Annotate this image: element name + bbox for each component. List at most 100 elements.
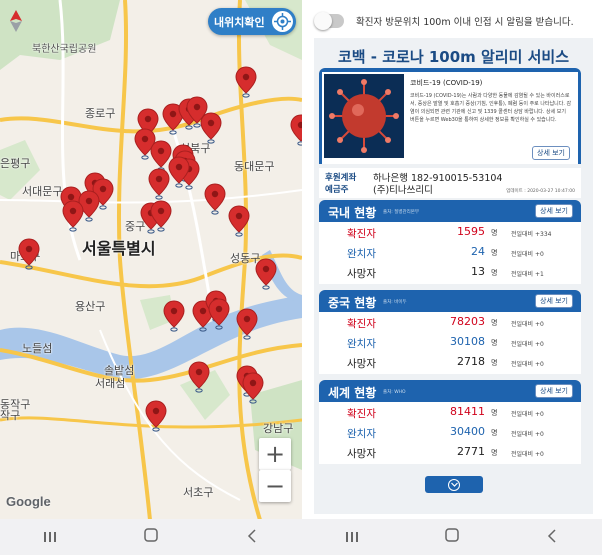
map-pin-icon[interactable] — [235, 66, 257, 98]
stat-header: 세계 현황 출처: WHO 상세 보기 — [319, 380, 581, 402]
stat-source: 출처: 질병관리본부 — [383, 210, 420, 215]
stat-row-value: 81411 — [450, 405, 485, 418]
map-pin-icon[interactable] — [150, 200, 172, 232]
compass-icon[interactable] — [8, 10, 24, 32]
notify-toggle[interactable] — [314, 12, 344, 30]
stat-row-unit: 명 — [491, 249, 498, 257]
stat-block: 세계 현황 출처: WHO 상세 보기 확진자 81411 명 전일대비 +0 완치자 3040… — [319, 380, 581, 464]
stat-rows: 확진자 1595 명 전일대비 +334 완치자 24 명 전일대비 +0 사망자 13 명 전일대비… — [319, 222, 581, 284]
stat-row: 사망자 2771 명 전일대비 +0 — [319, 443, 581, 463]
virus-info-card: 코비드-19 (COVID-19) 코비드-19 (COVID-19)는 사람과… — [319, 68, 581, 164]
map-pin-icon[interactable] — [208, 298, 230, 330]
stat-row-label: 사망자 — [347, 268, 376, 280]
label-jongno: 종로구 — [85, 107, 116, 120]
my-location-button[interactable]: 내위치확인 — [208, 8, 296, 35]
virus-title: 코비드-19 (COVID-19) — [410, 79, 483, 87]
stat-row-value: 30400 — [450, 425, 485, 438]
content-panel: 코백 - 코로나 100m 알리미 서비스 코비드-19 (COVID-19) … — [314, 38, 593, 514]
stat-row-label: 확진자 — [347, 408, 376, 420]
stat-row-unit: 명 — [491, 449, 498, 457]
stat-header: 국내 현황 출처: 질병관리본부 상세 보기 — [319, 200, 581, 222]
stat-row-delta: 전일대비 +0 — [511, 411, 544, 418]
stat-row-unit: 명 — [491, 229, 498, 237]
map-pin-icon[interactable] — [168, 156, 190, 188]
stat-row-unit: 명 — [491, 269, 498, 277]
map-pin-icon[interactable] — [145, 400, 167, 432]
stat-row-label: 사망자 — [347, 448, 376, 460]
map-pin-icon[interactable] — [255, 258, 277, 290]
nav-back-icon[interactable] — [532, 528, 572, 547]
virus-image — [324, 74, 404, 158]
stat-source: 출처: 바이두 — [383, 300, 407, 305]
map-pin-icon[interactable] — [228, 205, 250, 237]
zoom-out-button[interactable]: − — [259, 470, 291, 502]
map-pin-icon[interactable] — [290, 114, 302, 146]
virus-more-button[interactable]: 상세 보기 — [532, 146, 570, 160]
label-eunpyeong: 은평구 — [0, 157, 31, 170]
stat-row-delta: 전일대비 +0 — [511, 361, 544, 368]
chevron-down-icon — [448, 478, 460, 491]
stat-rows: 확진자 81411 명 전일대비 +0 완치자 30400 명 전일대비 +0 사망자 2771 명… — [319, 402, 581, 464]
label-bukhansan: 북한산국립공원 — [32, 44, 97, 55]
stat-row-unit: 명 — [491, 409, 498, 417]
stat-row-value: 1595 — [457, 225, 485, 238]
map-pin-icon[interactable] — [18, 238, 40, 270]
stat-row-delta: 전일대비 +1 — [511, 271, 544, 278]
stat-row: 완치자 30400 명 전일대비 +0 — [319, 423, 581, 443]
nav-recents-icon[interactable] — [332, 528, 372, 547]
stat-row: 완치자 30108 명 전일대비 +0 — [319, 333, 581, 353]
stat-row-label: 확진자 — [347, 318, 376, 330]
notify-bar: 확진자 방문위치 100m 이내 인접 시 알림을 받습니다. — [314, 12, 596, 30]
notify-text: 확진자 방문위치 100m 이내 인접 시 알림을 받습니다. — [356, 17, 574, 28]
label-jakgu: 작구 — [0, 409, 21, 422]
stat-row: 확진자 78203 명 전일대비 +0 — [319, 313, 581, 333]
map-pin-icon[interactable] — [204, 183, 226, 215]
zoom-in-button[interactable]: + — [259, 438, 291, 470]
stat-row-delta: 전일대비 +0 — [511, 251, 544, 258]
stat-title: 국내 현황 — [328, 206, 377, 220]
stat-block: 국내 현황 출처: 질병관리본부 상세 보기 확진자 1595 명 전일대비 +334 완치자… — [319, 200, 581, 284]
map-pin-icon[interactable] — [148, 168, 170, 200]
stat-row-delta: 전일대비 +0 — [511, 341, 544, 348]
update-time: 업데이트 : 2020-03-27 10:47:00 — [506, 189, 575, 194]
nav-home-icon[interactable] — [131, 527, 171, 547]
nav-recents-icon[interactable] — [30, 528, 70, 547]
map-pin-icon[interactable] — [163, 300, 185, 332]
android-nav-bar — [302, 519, 602, 555]
map-pin-icon[interactable] — [188, 361, 210, 393]
stat-row: 확진자 1595 명 전일대비 +334 — [319, 223, 581, 243]
sponsor-label: 후원계좌 — [325, 173, 357, 183]
stat-more-button[interactable]: 상세 보기 — [535, 294, 573, 308]
account-holder: (주)티나쓰리디 — [373, 185, 433, 196]
scroll-down-button[interactable] — [425, 476, 483, 493]
label-seocho: 서초구 — [183, 486, 214, 499]
my-location-label: 내위치확인 — [214, 15, 265, 29]
map-pin-icon[interactable] — [242, 372, 264, 404]
label-nodeulseom: 노들섬 — [22, 342, 53, 355]
target-icon — [272, 11, 293, 32]
nav-home-icon[interactable] — [432, 527, 472, 547]
stat-row-value: 13 — [471, 265, 485, 278]
map-pin-icon[interactable] — [236, 308, 258, 340]
map-pin-icon[interactable] — [200, 112, 222, 144]
stat-row: 사망자 2718 명 전일대비 +0 — [319, 353, 581, 373]
stat-row-value: 78203 — [450, 315, 485, 328]
stat-row-value: 2771 — [457, 445, 485, 458]
stat-header: 중국 현황 출처: 바이두 상세 보기 — [319, 290, 581, 312]
android-nav-bar — [0, 519, 302, 555]
stat-row: 사망자 13 명 전일대비 +1 — [319, 263, 581, 283]
stat-row-unit: 명 — [491, 429, 498, 437]
stat-row: 완치자 24 명 전일대비 +0 — [319, 243, 581, 263]
service-title: 코백 - 코로나 100m 알리미 서비스 — [337, 48, 570, 66]
label-seodaemun: 서대문구 — [22, 185, 63, 198]
stat-row-delta: 전일대비 +0 — [511, 451, 544, 458]
nav-back-icon[interactable] — [232, 528, 272, 547]
stat-more-button[interactable]: 상세 보기 — [535, 204, 573, 218]
map-pin-icon[interactable] — [62, 200, 84, 232]
stats-screen: 확진자 방문위치 100m 이내 인접 시 알림을 받습니다. 코백 - 코로나… — [302, 0, 602, 555]
stat-more-button[interactable]: 상세 보기 — [535, 384, 573, 398]
stat-block: 중국 현황 출처: 바이두 상세 보기 확진자 78203 명 전일대비 +0 완치자 3010… — [319, 290, 581, 374]
stat-row-label: 완치자 — [347, 248, 376, 260]
stat-row-unit: 명 — [491, 339, 498, 347]
stat-row: 확진자 81411 명 전일대비 +0 — [319, 403, 581, 423]
